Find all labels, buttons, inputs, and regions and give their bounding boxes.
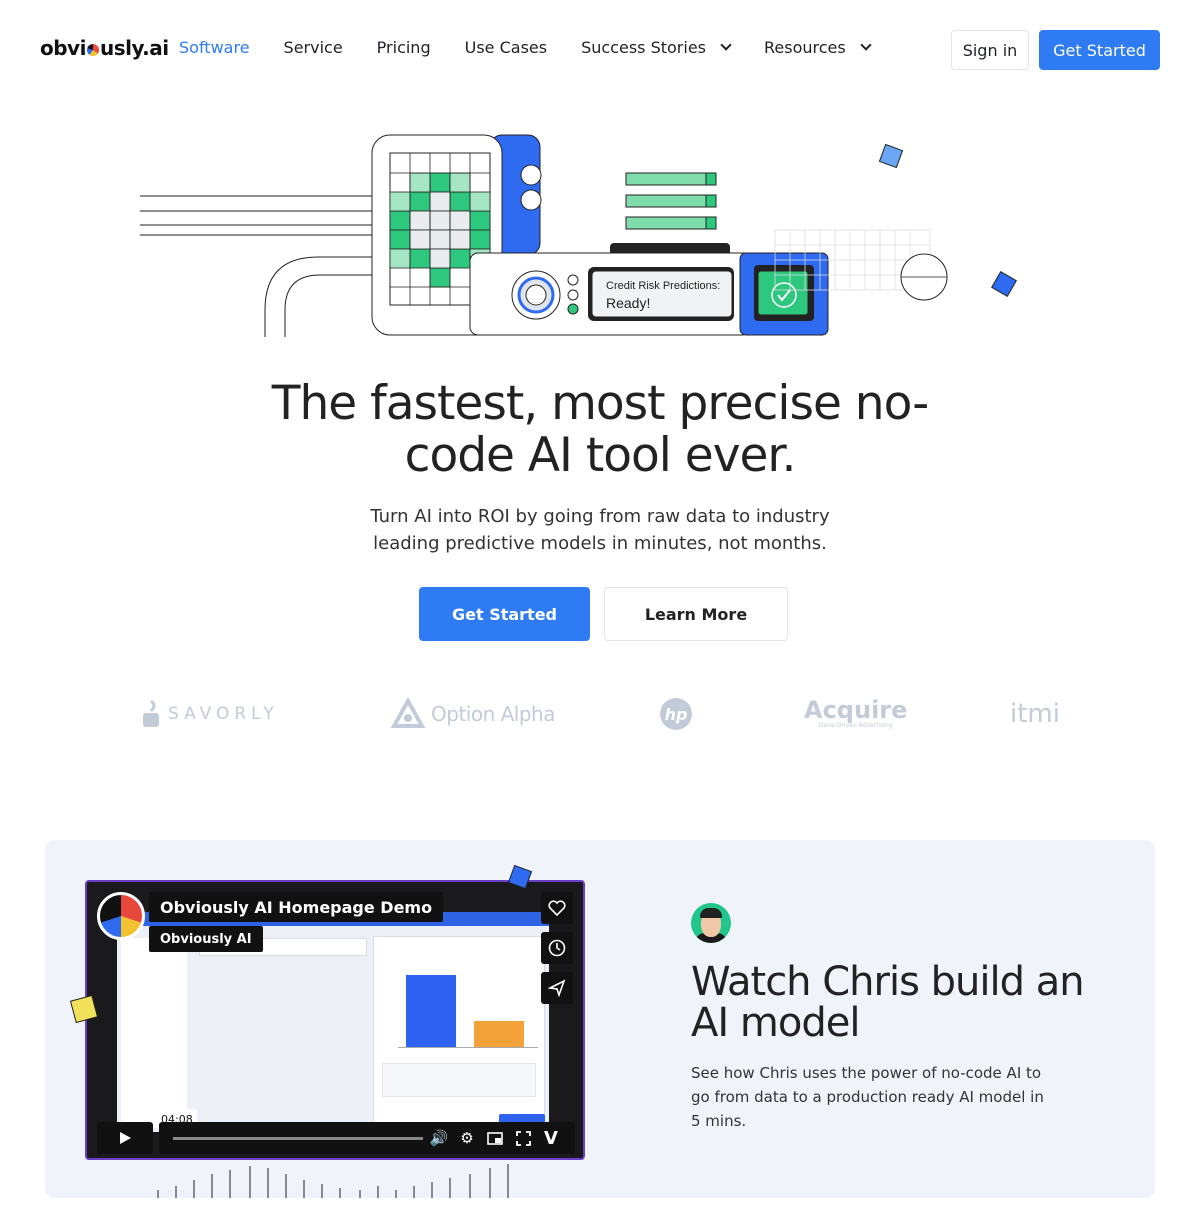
- nav-item-service[interactable]: Service: [284, 38, 343, 57]
- decorative-yellow-square: [69, 994, 99, 1024]
- like-button[interactable]: [541, 892, 573, 924]
- status-label: Credit Risk Predictions:: [606, 280, 720, 292]
- demo-section: Obviously AI Homepage Demo Obviously AI …: [45, 840, 1155, 1198]
- savorly-name: SAVORLY: [168, 704, 279, 724]
- chart-bar-no: [406, 975, 456, 1047]
- demo-description: See how Chris uses the power of no-code …: [691, 1064, 1044, 1130]
- nav-item-use-cases[interactable]: Use Cases: [465, 38, 547, 57]
- chart-bar-yes: [474, 1021, 524, 1047]
- hp-logo: hp: [660, 690, 692, 738]
- fullscreen-icon[interactable]: [513, 1128, 533, 1148]
- acquire-tagline: Done-Driven Advertising: [818, 722, 893, 729]
- logo-text-prefix: obvi: [40, 36, 86, 60]
- hero-title: The fastest, most precise no-code AI too…: [271, 376, 929, 483]
- logo-text-suffix: usly.ai: [99, 36, 169, 60]
- chevron-down-icon: [720, 38, 732, 51]
- hero-subtitle: Turn AI into ROI by going from raw data …: [370, 506, 830, 554]
- itmi-name: itmi: [1010, 699, 1060, 729]
- clock-icon: [548, 939, 566, 957]
- nav-item-label: Software: [179, 38, 250, 57]
- demo-video-player[interactable]: Obviously AI Homepage Demo Obviously AI …: [85, 880, 585, 1160]
- nav-item-label: Success Stories: [581, 38, 706, 57]
- chevron-down-icon: [860, 38, 872, 51]
- hero-get-started-button[interactable]: Get Started: [419, 587, 590, 641]
- decorative-tick-lines: [157, 1164, 509, 1198]
- vimeo-icon[interactable]: V: [541, 1128, 561, 1149]
- status-value: Ready!: [606, 295, 650, 311]
- channel-avatar[interactable]: [97, 892, 145, 940]
- itmi-logo: itmi: [1010, 690, 1060, 738]
- picture-in-picture-icon[interactable]: [485, 1128, 505, 1148]
- app-sidebar: [121, 938, 187, 1128]
- option-alpha-name: Option Alpha: [431, 702, 555, 726]
- acquire-logo: Acquire Done-Driven Advertising: [804, 690, 907, 738]
- savorly-mark-icon: [143, 699, 159, 727]
- play-button[interactable]: [97, 1122, 153, 1154]
- top-navigation: obvi usly.ai Software Service Pricing Use…: [0, 0, 1200, 100]
- watch-later-button[interactable]: [541, 932, 573, 964]
- share-button[interactable]: [541, 972, 573, 1004]
- ai-machine-illustration: Credit Risk Predictions: Ready!: [140, 134, 1017, 337]
- play-icon: [120, 1132, 131, 1144]
- decorative-blue-square: [507, 864, 533, 890]
- settings-gear-icon[interactable]: ⚙: [457, 1128, 477, 1148]
- column-details-panel: [382, 1063, 536, 1097]
- heart-icon: [548, 900, 566, 916]
- hp-name: hp: [660, 698, 692, 730]
- obviously-ai-logo[interactable]: obvi usly.ai: [40, 36, 169, 60]
- nav-item-success-stories[interactable]: Success Stories: [581, 38, 732, 57]
- nav-item-label: Resources: [764, 38, 846, 57]
- nav-item-resources[interactable]: Resources: [764, 38, 872, 57]
- savorly-logo: SAVORLY: [140, 690, 279, 738]
- hero-illustration: Credit Risk Predictions: Ready!: [130, 125, 1030, 345]
- option-alpha-logo: Option Alpha: [391, 690, 555, 738]
- nav-item-pricing[interactable]: Pricing: [377, 38, 431, 57]
- video-controls: 🔊 ⚙ V: [159, 1122, 575, 1154]
- nav-item-software[interactable]: Software: [179, 38, 250, 57]
- nav-item-label: Service: [283, 38, 343, 57]
- video-channel[interactable]: Obviously AI: [149, 926, 263, 952]
- option-alpha-mark-icon: [391, 698, 425, 728]
- progress-track[interactable]: [173, 1137, 423, 1140]
- nav-menu: Software Service Pricing Use Cases Succe…: [179, 38, 904, 57]
- send-icon: [548, 979, 566, 997]
- client-logos: SAVORLY Option Alpha hp Acquire Done-Dri…: [0, 690, 1200, 738]
- demo-title: Watch Chris build an AI model: [691, 959, 1085, 1046]
- volume-icon[interactable]: 🔊: [429, 1128, 449, 1148]
- logo-mark-icon: [86, 44, 99, 56]
- nav-item-label: Use Cases: [464, 38, 548, 57]
- video-title[interactable]: Obviously AI Homepage Demo: [149, 892, 444, 922]
- chris-avatar: [691, 903, 731, 943]
- app-distribution-chart: [373, 936, 545, 1128]
- nav-item-label: Pricing: [376, 38, 431, 57]
- sign-in-button[interactable]: Sign in: [951, 30, 1029, 70]
- acquire-name: Acquire: [804, 696, 908, 724]
- nav-get-started-button[interactable]: Get Started: [1039, 30, 1160, 70]
- learn-more-button[interactable]: Learn More: [604, 587, 788, 641]
- chart-axis: [398, 1047, 538, 1048]
